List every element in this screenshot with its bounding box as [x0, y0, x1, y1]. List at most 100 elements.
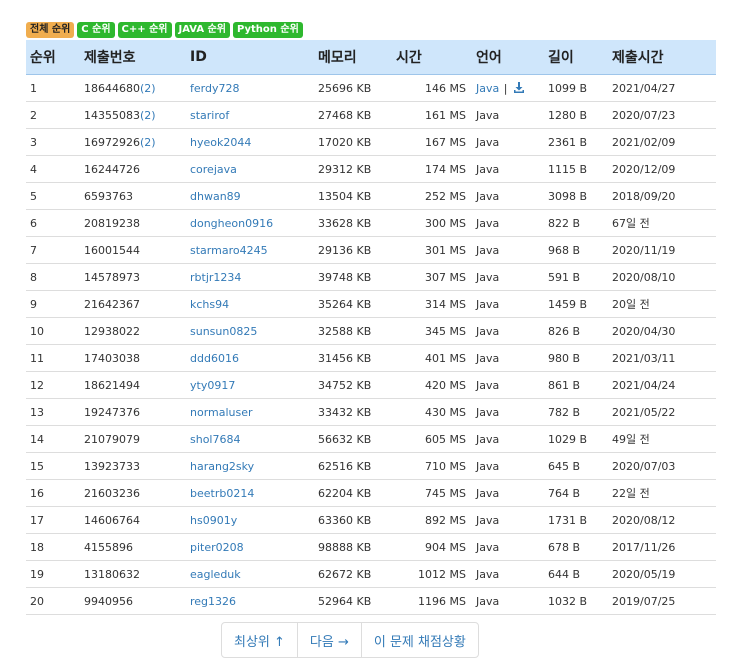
- user-id-link[interactable]: harang2sky: [190, 460, 254, 473]
- table-row: 15 13923733 harang2sky 62516 KB 710 MS Java 64…: [26, 452, 716, 480]
- rank-value: 6: [30, 216, 37, 230]
- submission-count-link[interactable]: (2): [140, 82, 156, 95]
- user-id-link[interactable]: hyeok2044: [190, 136, 251, 149]
- time-value-cell: 745 MS: [392, 479, 472, 507]
- header-memory: 메모리: [314, 40, 392, 75]
- user-id-link[interactable]: corejava: [190, 163, 237, 176]
- user-id-link-cell: harang2sky: [186, 452, 314, 480]
- top-button[interactable]: 최상위 ↑: [222, 623, 297, 657]
- time-value-cell: 401 MS: [392, 344, 472, 372]
- submitted-time: 2020/07/23: [612, 108, 676, 122]
- submitted-time: 2018/09/20: [612, 189, 676, 203]
- language-value: Java: [476, 135, 500, 149]
- time-value: 430 MS: [425, 405, 466, 419]
- submission-number-cell: 17403038: [80, 344, 186, 372]
- rank-value: 5: [30, 189, 37, 203]
- language-value[interactable]: Java: [476, 82, 499, 95]
- submission-number: 21642367: [84, 297, 140, 311]
- user-id-link[interactable]: yty0917: [190, 379, 235, 392]
- memory-value-cell: 27468 KB: [314, 101, 392, 129]
- length-value-cell: 591 B: [544, 263, 608, 291]
- submission-number-cell: 21642367: [80, 290, 186, 318]
- table-row: 11 17403038 ddd6016 31456 KB 401 MS Java 980 B…: [26, 344, 716, 372]
- user-id-link[interactable]: dhwan89: [190, 190, 241, 203]
- length-value: 822 B: [548, 216, 581, 230]
- memory-value-cell: 34752 KB: [314, 371, 392, 399]
- rank-value: 1: [30, 81, 37, 95]
- judge-status-button[interactable]: 이 문제 채점상황: [360, 623, 478, 657]
- rank-value: 20: [30, 594, 44, 608]
- user-id-link-cell: shol7684: [186, 425, 314, 453]
- user-id-link[interactable]: rbtjr1234: [190, 271, 241, 284]
- user-id-link[interactable]: starmaro4245: [190, 244, 268, 257]
- language-value-cell: Java: [472, 425, 544, 453]
- language-value: Java: [476, 297, 500, 311]
- time-value: 307 MS: [425, 270, 466, 284]
- table-row: 1 18644680(2) ferdy728 25696 KB 146 MS Java |…: [26, 74, 716, 102]
- time-value-cell: 146 MS: [392, 74, 472, 102]
- tab-c-ranking[interactable]: C 순위: [77, 22, 115, 38]
- table-row: 3 16972926(2) hyeok2044 17020 KB 167 MS Java 2…: [26, 128, 716, 156]
- user-id-link[interactable]: ddd6016: [190, 352, 239, 365]
- user-id-link[interactable]: sunsun0825: [190, 325, 257, 338]
- user-id-link[interactable]: starirof: [190, 109, 229, 122]
- memory-value-cell: 62204 KB: [314, 479, 392, 507]
- submitted-time: 2021/02/09: [612, 135, 676, 149]
- tab-cpp-ranking[interactable]: C++ 순위: [117, 22, 172, 38]
- user-id-link-cell: kchs94: [186, 290, 314, 318]
- header-rank: 순위: [26, 40, 80, 75]
- user-id-link[interactable]: dongheon0916: [190, 217, 273, 230]
- user-id-link[interactable]: eagleduk: [190, 568, 241, 581]
- user-id-link-cell: hs0901y: [186, 506, 314, 534]
- submitted-time-cell: 67일 전: [608, 209, 716, 237]
- submitted-time-cell: 2020/04/30: [608, 317, 716, 345]
- rank-value-cell: 3: [26, 128, 80, 156]
- language-value: Java: [476, 540, 500, 554]
- header-length: 길이: [544, 40, 608, 75]
- length-value-cell: 968 B: [544, 236, 608, 264]
- download-icon[interactable]: [513, 81, 524, 93]
- tab-python-ranking[interactable]: Python 순위: [232, 22, 303, 38]
- submission-number: 16972926: [84, 135, 140, 149]
- submission-number: 12938022: [84, 324, 140, 338]
- submission-count-link[interactable]: (2): [140, 136, 156, 149]
- length-value-cell: 1731 B: [544, 506, 608, 534]
- user-id-link-cell: sunsun0825: [186, 317, 314, 345]
- user-id-link[interactable]: normaluser: [190, 406, 253, 419]
- user-id-link[interactable]: kchs94: [190, 298, 229, 311]
- submission-number-cell: 14578973: [80, 263, 186, 291]
- submitted-time-cell: 2020/08/10: [608, 263, 716, 291]
- tab-all-ranking[interactable]: 전체 순위: [26, 22, 75, 38]
- rank-value-cell: 16: [26, 479, 80, 507]
- tab-java-ranking[interactable]: JAVA 순위: [174, 22, 230, 38]
- length-value: 1280 B: [548, 108, 588, 122]
- submission-number-cell: 13923733: [80, 452, 186, 480]
- submitted-time-cell: 20일 전: [608, 290, 716, 318]
- user-id-link[interactable]: ferdy728: [190, 82, 239, 95]
- user-id-link[interactable]: reg1326: [190, 595, 236, 608]
- submission-number-cell: 4155896: [80, 533, 186, 561]
- user-id-link[interactable]: beetrb0214: [190, 487, 254, 500]
- user-id-link-cell: yty0917: [186, 371, 314, 399]
- user-id-link[interactable]: hs0901y: [190, 514, 237, 527]
- rank-value-cell: 13: [26, 398, 80, 426]
- time-value: 745 MS: [425, 486, 466, 500]
- memory-value-cell: 29136 KB: [314, 236, 392, 264]
- user-id-link[interactable]: shol7684: [190, 433, 240, 446]
- rank-value-cell: 12: [26, 371, 80, 399]
- memory-value: 29312 KB: [318, 162, 372, 176]
- user-id-link[interactable]: piter0208: [190, 541, 244, 554]
- submission-number-cell: 16001544: [80, 236, 186, 264]
- time-value-cell: 710 MS: [392, 452, 472, 480]
- table-row: 7 16001544 starmaro4245 29136 KB 301 MS Java 9…: [26, 236, 716, 264]
- memory-value: 98888 KB: [318, 540, 372, 554]
- submission-count-link[interactable]: (2): [140, 109, 156, 122]
- language-value-cell: Java: [472, 209, 544, 237]
- rank-value-cell: 18: [26, 533, 80, 561]
- submission-number-cell: 18621494: [80, 371, 186, 399]
- next-button[interactable]: 다음 →: [296, 623, 361, 657]
- submitted-time: 22일 전: [612, 487, 650, 500]
- length-value: 1099 B: [548, 81, 588, 95]
- time-value-cell: 420 MS: [392, 371, 472, 399]
- length-value: 2361 B: [548, 135, 588, 149]
